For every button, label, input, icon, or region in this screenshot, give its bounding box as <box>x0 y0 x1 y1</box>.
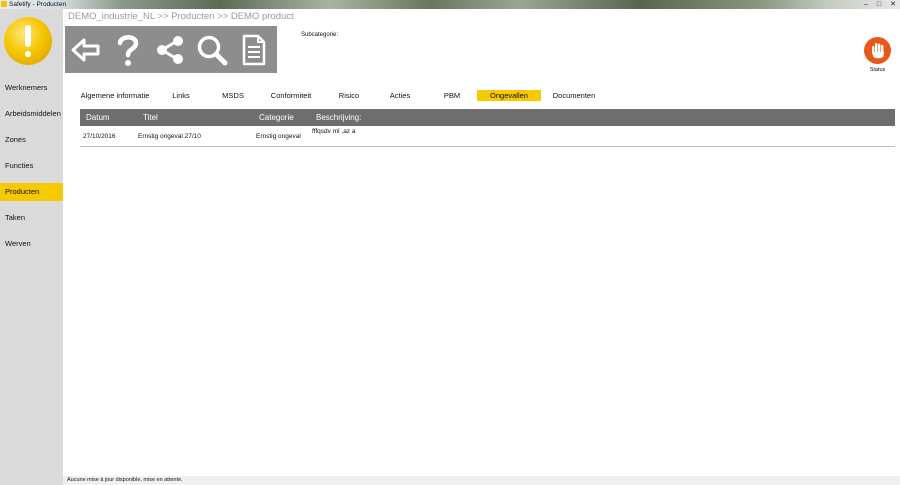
document-icon[interactable] <box>233 26 275 73</box>
table-header: Datum Titel Categorie Beschrijving: <box>80 109 895 126</box>
sidebar-nav: Werknemers Arbeidsmiddelen Zones Functie… <box>0 79 63 261</box>
cell-datum: 27/10/2016 <box>83 133 116 140</box>
column-header-categorie[interactable]: Categorie <box>259 109 294 126</box>
stop-hand-icon[interactable] <box>864 37 891 64</box>
table-row[interactable]: 27/10/2016 Ernstig ongeval 27/10 Ernstig… <box>80 127 895 147</box>
tab-pbm[interactable]: PBM <box>441 90 463 101</box>
tab-acties[interactable]: Acties <box>388 90 412 101</box>
tab-documenten[interactable]: Documenten <box>550 90 598 101</box>
logo-exclamation-bar <box>25 25 31 47</box>
sidebar-item-producten[interactable]: Producten <box>0 183 63 201</box>
cell-titel: Ernstig ongeval 27/10 <box>138 133 201 140</box>
help-icon[interactable] <box>107 26 149 73</box>
maximize-button[interactable]: □ <box>877 0 881 9</box>
title-bar: Safetify - Producten – □ ✕ <box>0 0 900 9</box>
column-header-datum[interactable]: Datum <box>86 109 110 126</box>
window-title: Safetify - Producten <box>9 1 67 8</box>
tab-algemene-informatie[interactable]: Algemene informatie <box>78 90 152 101</box>
column-header-beschrijving[interactable]: Beschrijving: <box>316 109 361 126</box>
back-arrow-icon[interactable] <box>65 26 107 73</box>
toolbar <box>65 26 277 73</box>
logo-exclamation-dot <box>25 51 31 57</box>
app-icon <box>1 1 7 7</box>
minimize-button[interactable]: – <box>864 0 868 9</box>
search-icon[interactable] <box>191 26 233 73</box>
share-icon[interactable] <box>149 26 191 73</box>
sidebar-item-zones[interactable]: Zones <box>0 131 63 149</box>
close-button[interactable]: ✕ <box>890 0 896 9</box>
status-label: Status <box>869 67 886 73</box>
breadcrumb: DEMO_industrie_NL >> Producten >> DEMO p… <box>68 11 294 22</box>
sidebar-item-werven[interactable]: Werven <box>0 235 63 253</box>
cell-categorie: Ernstig ongeval <box>256 133 301 140</box>
tab-conformiteit[interactable]: Conformiteit <box>268 90 314 101</box>
status-bar: Aucune mise à jour disponible, mise en a… <box>63 476 900 485</box>
tab-risico[interactable]: Risico <box>336 90 362 101</box>
subcategory-label: Subcategorie: <box>301 32 339 38</box>
sidebar: Werknemers Arbeidsmiddelen Zones Functie… <box>0 9 63 485</box>
tab-ongevallen[interactable]: Ongevallen <box>477 90 541 101</box>
column-header-titel[interactable]: Titel <box>143 109 158 126</box>
tab-links[interactable]: Links <box>170 90 192 101</box>
sidebar-item-functies[interactable]: Functies <box>0 157 63 175</box>
tab-bar: Algemene informatie Links MSDS Conformit… <box>0 90 900 102</box>
sidebar-item-taken[interactable]: Taken <box>0 209 63 227</box>
sidebar-item-arbeidsmiddelen[interactable]: Arbeidsmiddelen <box>0 105 63 123</box>
window-controls: – □ ✕ <box>864 0 896 9</box>
cell-beschrijving: fffqsdv ml ,az a <box>312 128 356 135</box>
safetify-logo-icon <box>4 17 52 65</box>
tab-msds[interactable]: MSDS <box>220 90 246 101</box>
